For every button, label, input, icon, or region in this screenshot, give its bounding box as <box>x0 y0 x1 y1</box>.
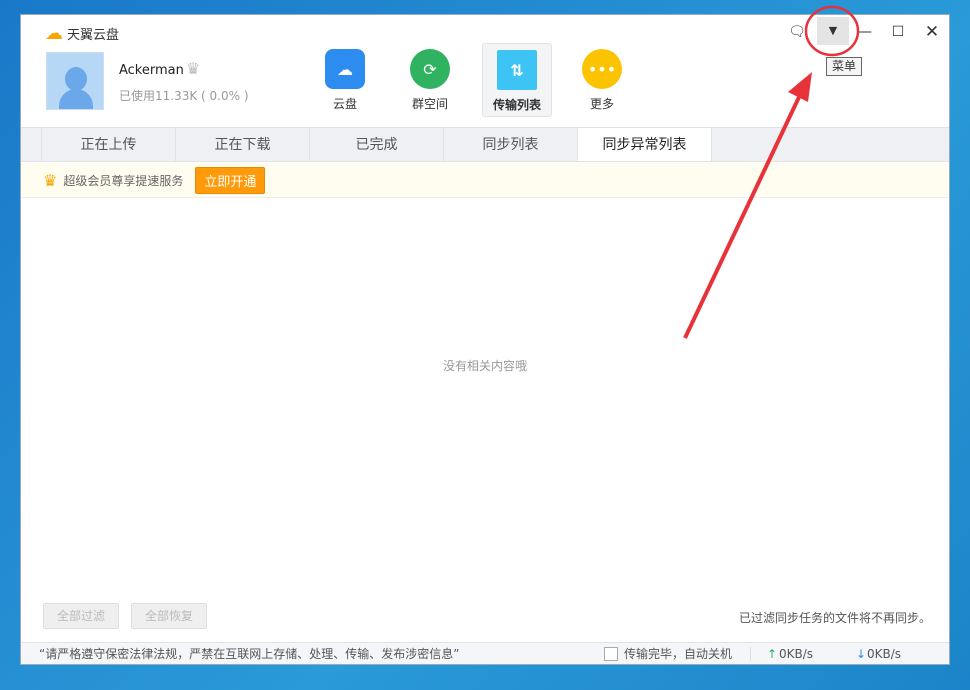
annotation-arrow-line <box>683 94 802 339</box>
annotation-overlay <box>683 5 860 339</box>
annotation-arrow-head <box>788 72 812 102</box>
highlight-circle <box>804 5 860 57</box>
